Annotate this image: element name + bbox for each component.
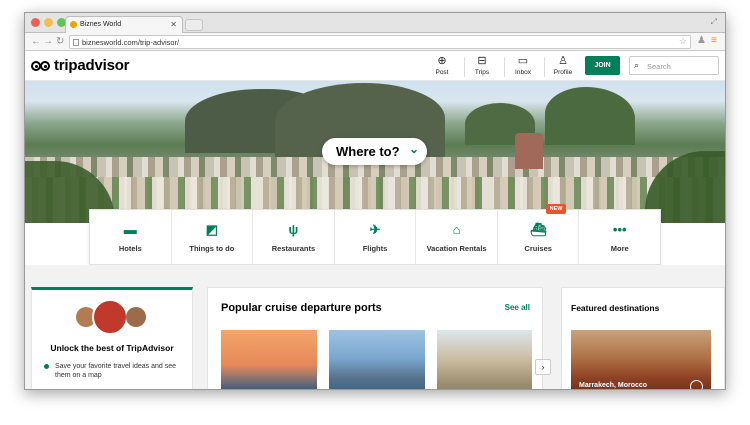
mountain — [545, 87, 635, 145]
page-icon — [73, 39, 79, 46]
browser-tab[interactable]: Biznes World ✕ — [65, 16, 183, 33]
person-icon: ♙ — [558, 55, 568, 67]
category-label: Restaurants — [271, 244, 316, 253]
nav-trips-label: Trips — [474, 69, 490, 76]
nav-profile-label: Profile — [553, 69, 573, 76]
bookmark-star-icon[interactable]: ☆ — [679, 36, 687, 47]
cutlery-icon: ψ — [288, 222, 299, 237]
content-area: Unlock the best of TripAdvisor Save your… — [25, 265, 725, 389]
menu-icon[interactable]: ≡ — [711, 35, 717, 47]
next-arrow-button[interactable]: › — [535, 359, 551, 375]
category-label: Flights — [362, 244, 388, 253]
where-to-label: Where to? — [336, 144, 400, 159]
avatar-group — [76, 299, 156, 337]
category-label: Hotels — [118, 244, 142, 253]
favicon-icon — [70, 21, 77, 28]
ship-icon: ⛴ — [529, 222, 547, 237]
category-label: Things to do — [189, 244, 235, 253]
extension-icon[interactable]: ♟ — [697, 35, 706, 47]
category-label: More — [610, 244, 629, 253]
hero-image: Where to? ⌄ — [25, 81, 725, 223]
featured-destinations-card: Featured destinations Marrakech, Morocco — [561, 287, 725, 389]
featured-image[interactable]: Marrakech, Morocco — [571, 330, 711, 389]
search-icon: ⌕ — [634, 60, 640, 70]
minimize-window-button[interactable] — [44, 18, 53, 27]
close-tab-icon[interactable]: ✕ — [170, 20, 177, 29]
divider — [544, 57, 545, 77]
where-to-button[interactable]: Where to? ⌄ — [322, 138, 427, 165]
nav-post[interactable]: ⊕ Post — [425, 55, 459, 76]
tab-strip: Biznes World ✕ ⤢ — [25, 13, 725, 33]
nav-trips[interactable]: ⊟ Trips — [465, 55, 499, 76]
nav-profile[interactable]: ♙ Profile — [546, 55, 580, 76]
owl-logo-icon — [31, 60, 51, 72]
nav-inbox-label: Inbox — [515, 69, 531, 76]
tripadvisor-logo[interactable]: tripadvisor — [31, 57, 130, 74]
category-label: Cruises — [524, 244, 552, 253]
forward-arrow-icon[interactable]: → — [43, 36, 53, 48]
avatar — [92, 299, 128, 335]
unlock-bullet: Save your favorite travel ideas and see … — [44, 362, 184, 380]
house-icon: ⌂ — [452, 222, 461, 237]
tab-title: Biznes World — [80, 21, 122, 28]
owl-badge-icon — [690, 380, 703, 389]
logo-text: tripadvisor — [54, 57, 130, 74]
port-image-city-skyline[interactable] — [329, 330, 425, 389]
fullscreen-icon[interactable]: ⤢ — [711, 17, 717, 27]
category-label: Vacation Rentals — [426, 244, 487, 253]
divider — [504, 57, 505, 77]
new-badge: NEW — [545, 204, 567, 214]
reload-icon[interactable]: ↻ — [56, 36, 64, 48]
section-title: Featured destinations — [571, 303, 660, 313]
chat-bubble-icon: ▭ — [517, 55, 529, 67]
category-restaurants[interactable]: ψ Restaurants — [253, 210, 335, 264]
join-button[interactable]: JOIN — [585, 56, 620, 75]
category-cruises[interactable]: NEW ⛴ Cruises — [498, 204, 580, 264]
more-dots-icon: ••• — [612, 222, 627, 237]
back-arrow-icon[interactable]: ← — [31, 36, 41, 48]
port-image-palm-sunset[interactable] — [221, 330, 317, 389]
pagoda — [515, 133, 543, 169]
airplane-icon: ✈ — [369, 222, 381, 237]
unlock-title: Unlock the best of TripAdvisor — [50, 343, 174, 353]
url-text: biznesworld.com/trip-advisor/ — [82, 38, 180, 47]
browser-window: Biznes World ✕ ⤢ ← → ↻ biznesworld.com/t… — [24, 12, 726, 390]
cruise-ports-card: Popular cruise departure ports See all — [207, 287, 543, 389]
bed-icon: ▬ — [123, 222, 137, 237]
new-tab-button[interactable] — [185, 19, 203, 31]
search-placeholder: Search — [647, 62, 671, 71]
featured-caption: Marrakech, Morocco — [579, 382, 648, 389]
close-window-button[interactable] — [31, 18, 40, 27]
plus-circle-icon: ⊕ — [437, 55, 447, 67]
url-field[interactable]: biznesworld.com/trip-advisor/ ☆ — [69, 35, 691, 49]
chevron-down-icon: ⌄ — [408, 142, 419, 156]
avatar — [126, 307, 146, 327]
ticket-icon: ◩ — [205, 222, 219, 237]
suitcase-icon: ⊟ — [477, 55, 487, 67]
category-hotels[interactable]: ▬ Hotels — [90, 210, 172, 264]
nav-post-label: Post — [435, 69, 449, 76]
category-vacation-rentals[interactable]: ⌂ Vacation Rentals — [416, 210, 498, 264]
see-all-link[interactable]: See all — [505, 303, 530, 312]
category-more[interactable]: ••• More — [579, 210, 660, 264]
category-bar: ▬ Hotels ◩ Things to do ψ Restaurants ✈ … — [89, 204, 661, 265]
category-things-to-do[interactable]: ◩ Things to do — [172, 210, 254, 264]
window-controls — [31, 18, 66, 27]
search-input[interactable]: ⌕ Search — [629, 56, 719, 75]
port-image-harbor-town[interactable] — [437, 330, 532, 389]
section-title: Popular cruise departure ports — [221, 302, 382, 314]
unlock-card: Unlock the best of TripAdvisor Save your… — [31, 287, 193, 389]
nav-inbox[interactable]: ▭ Inbox — [506, 55, 540, 76]
address-bar-row: ← → ↻ biznesworld.com/trip-advisor/ ☆ ♟ … — [25, 33, 725, 51]
site-header: tripadvisor ⊕ Post ⊟ Trips ▭ Inbox ♙ Pro… — [25, 51, 725, 81]
category-flights[interactable]: ✈ Flights — [335, 210, 417, 264]
